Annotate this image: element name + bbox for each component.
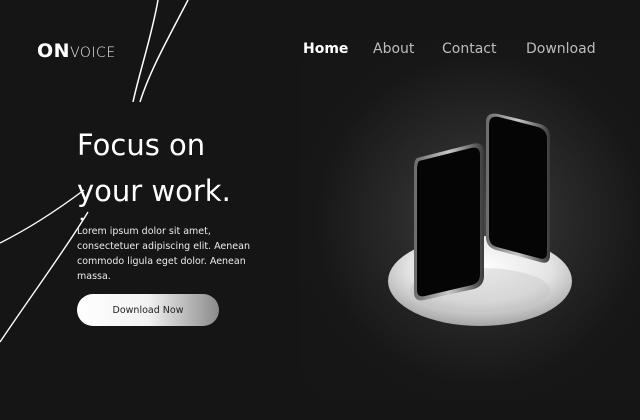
nav-item-home[interactable]: Home xyxy=(303,41,348,57)
hero-title: Focus on your work. xyxy=(77,122,297,214)
nav-item-about[interactable]: About xyxy=(373,41,414,57)
hero-title-line-1: Focus on xyxy=(77,128,206,162)
download-now-button[interactable]: Download Now xyxy=(77,294,219,326)
hero-description: Lorem ipsum dolor sit amet, consectetuer… xyxy=(77,226,250,282)
nav-item-contact[interactable]: Contact xyxy=(442,41,496,57)
hero-title-line-2: your work. xyxy=(77,174,231,208)
main-nav: Home About Contact Download xyxy=(0,41,640,61)
phones-on-pedestal-image xyxy=(388,113,572,326)
nav-item-download[interactable]: Download xyxy=(526,41,596,57)
